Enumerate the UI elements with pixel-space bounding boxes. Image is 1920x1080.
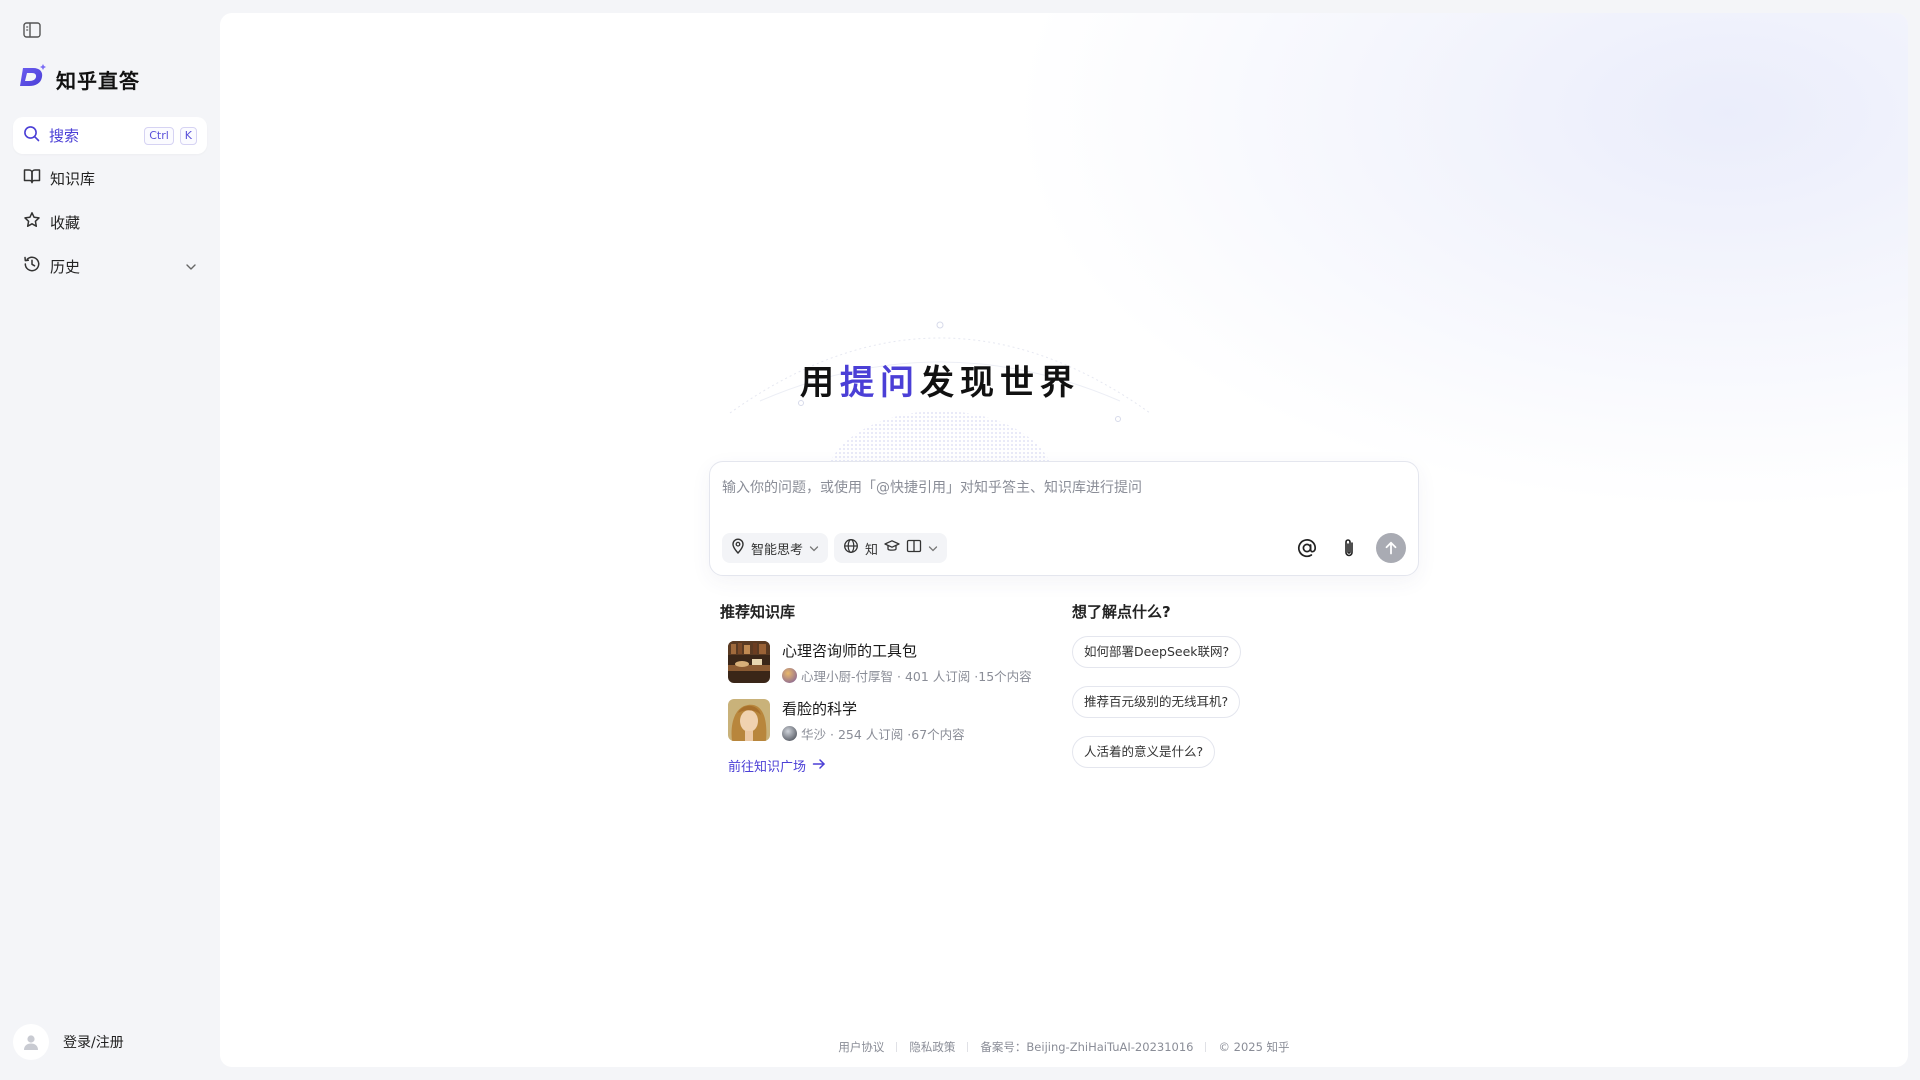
brand[interactable]: 知乎直答 [18,64,140,94]
avatar [13,1024,49,1060]
sidebar-item-knowledge[interactable]: 知识库 [13,160,207,196]
clock-icon [23,255,41,277]
arrow-up-icon [1385,541,1397,555]
ask-title: 想了解点什么? [1072,603,1171,621]
footer: 用户协议 隐私政策 备案号：Beijing-ZhiHaiTuAI-20231016 ©… [220,1039,1908,1055]
kb-author: 心理小厨-付厚智 [801,668,894,684]
recommend-title: 推荐知识库 [720,603,796,621]
sidebar: 知乎直答 搜索 Ctrl K 知识库 收藏 历史 登录/注册 [0,0,220,1080]
suggestion-pill[interactable]: 推荐百元级别的无线耳机? [1072,686,1241,718]
book-icon [906,539,922,557]
search-label: 搜索 [49,127,80,145]
search-icon [23,125,40,146]
go-link-label: 前往知识广场 [728,760,807,775]
question-input[interactable] [722,476,1402,500]
brand-name: 知乎直答 [56,68,140,93]
icp-link[interactable]: 备案号：Beijing-ZhiHaiTuAI-20231016 [980,1040,1193,1054]
hero-title-accent: 提问 [840,363,920,403]
suggestion-pill[interactable]: 人活着的意义是什么? [1072,736,1216,768]
kb-info: 心理咨询师的工具包 心理小厨-付厚智 · 401 人订阅 ·15个内容 [782,640,1032,685]
privacy-link[interactable]: 隐私政策 [909,1040,955,1054]
composer-actions [1292,533,1406,563]
chevron-down-icon [809,541,819,556]
suggestion-row: 人活着的意义是什么? [1072,736,1402,786]
suggestion-row: 如何部署DeepSeek联网? [1072,636,1402,686]
suggestion-pill[interactable]: 如何部署DeepSeek联网? [1072,636,1242,668]
send-button[interactable] [1376,533,1406,563]
main-panel: 用提问发现世界 智能思考 [220,13,1908,1067]
hero-title-prefix: 用 [800,363,840,403]
terms-link[interactable]: 用户协议 [838,1040,884,1054]
chevron-down-icon [928,541,938,556]
go-to-knowledge-plaza-link[interactable]: 前往知识广场 [728,756,826,775]
shortcut-k: K [179,126,197,145]
list-item[interactable]: 看脸的科学 华沙 · 254 人订阅 ·67个内容 [720,694,1060,746]
chevron-down-icon[interactable] [185,257,197,275]
divider [967,1042,969,1052]
sidebar-toggle-icon[interactable] [22,20,42,40]
graduation-cap-icon [884,539,900,557]
at-mention-icon[interactable] [1292,533,1322,563]
sidebar-item-history[interactable]: 历史 [13,248,207,284]
avatar [782,667,797,683]
suggestion-row: 推荐百元级别的无线耳机? [1072,686,1402,736]
kb-title: 心理咨询师的工具包 [782,641,918,660]
avatar [782,725,797,741]
brand-logo-icon [18,64,48,94]
source-selector-dropdown[interactable]: 知 [834,533,948,563]
kb-meta: 华沙 · 254 人订阅 ·67个内容 [782,724,965,743]
sidebar-nav: 知识库 收藏 历史 [13,160,207,292]
kb-author: 华沙 [801,726,827,742]
shortcut-ctrl: Ctrl [144,126,174,145]
thinking-mode-label: 智能思考 [751,542,804,558]
kb-meta: 心理小厨-付厚智 · 401 人订阅 ·15个内容 [782,666,1032,685]
sidebar-item-favorites[interactable]: 收藏 [13,204,207,240]
location-pin-icon [731,538,745,558]
book-icon [23,168,41,188]
search-shortcut: Ctrl K [144,126,197,145]
sidebar-item-label: 知识库 [50,169,96,188]
attachment-icon[interactable] [1334,533,1364,563]
sidebar-item-label: 收藏 [50,213,81,232]
sidebar-item-label: 历史 [50,257,81,276]
app-root: 知乎直答 搜索 Ctrl K 知识库 收藏 历史 登录/注册 用提问发现世界 输… [0,0,1920,1080]
divider [1205,1042,1207,1052]
hero-title-suffix: 发现世界 [920,363,1080,403]
arrow-right-icon [812,758,826,774]
thinking-mode-dropdown[interactable]: 智能思考 [722,533,829,563]
kb-title: 看脸的科学 [782,699,858,718]
kb-info: 看脸的科学 华沙 · 254 人订阅 ·67个内容 [782,698,965,743]
divider [896,1042,898,1052]
suggested-questions: 想了解点什么? 如何部署DeepSeek联网? 推荐百元级别的无线耳机? 人活着… [1072,601,1402,786]
login-button[interactable]: 登录/注册 [13,1024,124,1060]
star-icon [23,211,41,233]
kb-stats: · 401 人订阅 ·15个内容 [897,668,1032,684]
hero-title: 用提问发现世界 [690,355,1190,404]
hero: 用提问发现世界 [690,283,1190,483]
globe-icon [843,538,859,558]
kb-thumbnail [728,699,770,741]
source-zhihu-label: 知 [865,542,879,558]
question-composer: 智能思考 知 [709,461,1419,576]
list-item[interactable]: 心理咨询师的工具包 心理小厨-付厚智 · 401 人订阅 ·15个内容 [720,636,1060,688]
copyright: © 2025 知乎 [1218,1040,1290,1054]
login-label: 登录/注册 [63,1035,124,1051]
user-icon [24,1035,38,1050]
kb-stats: · 254 人订阅 ·67个内容 [830,726,965,742]
recommended-knowledge-bases: 推荐知识库 心理咨询师的工具包 心理小厨-付厚智 · 401 人订阅 ·15个内… [720,601,1060,775]
search-button[interactable]: 搜索 Ctrl K [13,117,207,154]
kb-thumbnail [728,641,770,683]
